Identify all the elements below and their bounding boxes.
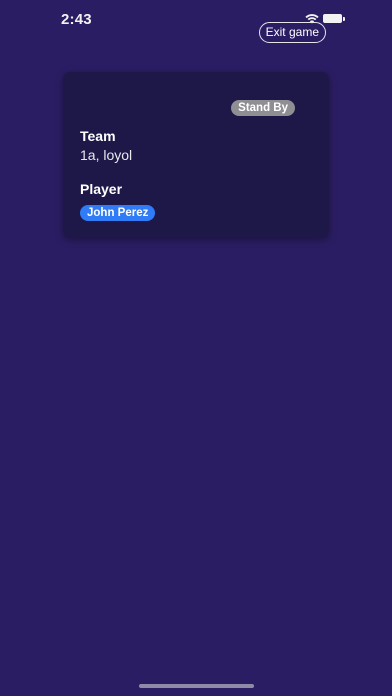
team-heading: Team	[80, 128, 116, 144]
team-value: 1a, loyol	[80, 147, 133, 163]
player-chip[interactable]: John Perez	[80, 205, 156, 221]
player-heading: Player	[80, 181, 123, 197]
team-card: Stand By Team 1a, loyol Player John Pere…	[63, 72, 329, 238]
status-bar: 2:43	[0, 0, 392, 40]
status-time: 2:43	[61, 11, 92, 28]
home-indicator	[139, 684, 254, 688]
battery-icon	[323, 14, 345, 23]
game-screen: 2:43 Exit game Stand By Team 1a, loyol P…	[0, 0, 392, 696]
exit-game-button[interactable]: Exit game	[258, 22, 326, 43]
status-badge: Stand By	[231, 100, 295, 116]
